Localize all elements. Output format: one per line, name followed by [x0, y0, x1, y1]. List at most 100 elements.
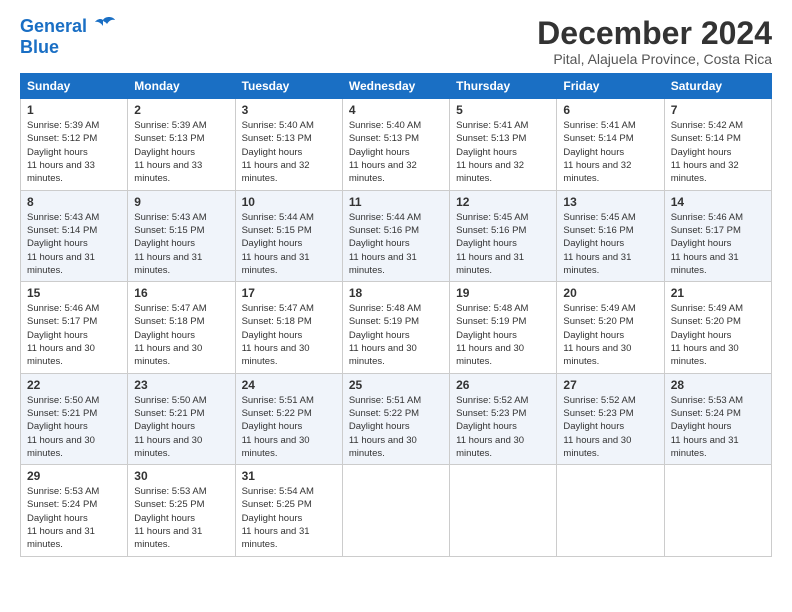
title-area: December 2024 Pital, Alajuela Province, …: [537, 16, 772, 67]
header-thursday: Thursday: [450, 74, 557, 99]
calendar-row: 22 Sunrise: 5:50 AMSunset: 5:21 PMDayligh…: [21, 373, 772, 464]
day-info: Sunrise: 5:43 AMSunset: 5:14 PMDaylight …: [27, 211, 121, 277]
calendar-row: 8 Sunrise: 5:43 AMSunset: 5:14 PMDaylight…: [21, 190, 772, 281]
calendar-cell: 19Sunrise: 5:48 AMSunset: 5:19 PMDayligh…: [450, 282, 557, 373]
calendar-cell: [557, 465, 664, 556]
calendar-cell: 20Sunrise: 5:49 AMSunset: 5:20 PMDayligh…: [557, 282, 664, 373]
calendar-cell: 23Sunrise: 5:50 AMSunset: 5:21 PMDayligh…: [128, 373, 235, 464]
day-number: 26: [456, 378, 550, 392]
day-info: Sunrise: 5:51 AMSunset: 5:22 PMDaylight …: [349, 394, 443, 460]
day-info: Sunrise: 5:48 AMSunset: 5:19 PMDaylight …: [349, 302, 443, 368]
calendar-cell: [664, 465, 771, 556]
day-number: 10: [242, 195, 336, 209]
day-number: 3: [242, 103, 336, 117]
day-info: Sunrise: 5:52 AMSunset: 5:23 PMDaylight …: [456, 394, 550, 460]
header-tuesday: Tuesday: [235, 74, 342, 99]
day-number: 25: [349, 378, 443, 392]
day-number: 18: [349, 286, 443, 300]
day-info: Sunrise: 5:49 AMSunset: 5:20 PMDaylight …: [671, 302, 765, 368]
header-sunday: Sunday: [21, 74, 128, 99]
day-number: 29: [27, 469, 121, 483]
day-info: Sunrise: 5:50 AMSunset: 5:21 PMDaylight …: [27, 394, 121, 460]
header-row: Sunday Monday Tuesday Wednesday Thursday…: [21, 74, 772, 99]
day-number: 22: [27, 378, 121, 392]
day-info: Sunrise: 5:52 AMSunset: 5:23 PMDaylight …: [563, 394, 657, 460]
calendar-cell: [342, 465, 449, 556]
day-info: Sunrise: 5:45 AMSunset: 5:16 PMDaylight …: [563, 211, 657, 277]
day-info: Sunrise: 5:45 AMSunset: 5:16 PMDaylight …: [456, 211, 550, 277]
calendar-row: 1 Sunrise: 5:39 AMSunset: 5:12 PMDaylight…: [21, 99, 772, 190]
day-info: Sunrise: 5:47 AMSunset: 5:18 PMDaylight …: [134, 302, 228, 368]
day-info: Sunrise: 5:44 AMSunset: 5:16 PMDaylight …: [349, 211, 443, 277]
header-wednesday: Wednesday: [342, 74, 449, 99]
day-number: 2: [134, 103, 228, 117]
calendar-table: Sunday Monday Tuesday Wednesday Thursday…: [20, 73, 772, 556]
day-info: Sunrise: 5:53 AMSunset: 5:24 PMDaylight …: [671, 394, 765, 460]
calendar-cell: 21 Sunrise: 5:49 AMSunset: 5:20 PMDayligh…: [664, 282, 771, 373]
logo: General Blue: [20, 16, 117, 58]
day-number: 31: [242, 469, 336, 483]
day-number: 9: [134, 195, 228, 209]
location: Pital, Alajuela Province, Costa Rica: [537, 51, 772, 67]
calendar-cell: 27 Sunrise: 5:52 AMSunset: 5:23 PMDayligh…: [557, 373, 664, 464]
calendar-cell: 14Sunrise: 5:46 AMSunset: 5:17 PMDayligh…: [664, 190, 771, 281]
calendar-cell: 13 Sunrise: 5:45 AMSunset: 5:16 PMDayligh…: [557, 190, 664, 281]
day-number: 8: [27, 195, 121, 209]
day-info: Sunrise: 5:49 AMSunset: 5:20 PMDaylight …: [563, 302, 657, 368]
day-number: 11: [349, 195, 443, 209]
day-number: 27: [563, 378, 657, 392]
day-number: 12: [456, 195, 550, 209]
month-title: December 2024: [537, 16, 772, 51]
calendar-cell: 2Sunrise: 5:39 AMSunset: 5:13 PMDaylight…: [128, 99, 235, 190]
day-info: Sunrise: 5:43 AMSunset: 5:15 PMDaylight …: [134, 211, 228, 277]
calendar-cell: 12 Sunrise: 5:45 AMSunset: 5:16 PMDayligh…: [450, 190, 557, 281]
header: General Blue December 2024 Pital, Alajue…: [20, 16, 772, 67]
calendar-row: 15Sunrise: 5:46 AMSunset: 5:17 PMDayligh…: [21, 282, 772, 373]
calendar-cell: 10 Sunrise: 5:44 AMSunset: 5:15 PMDayligh…: [235, 190, 342, 281]
calendar-cell: 5Sunrise: 5:41 AMSunset: 5:13 PMDaylight…: [450, 99, 557, 190]
calendar-cell: 29 Sunrise: 5:53 AMSunset: 5:24 PMDayligh…: [21, 465, 128, 556]
calendar-cell: 18 Sunrise: 5:48 AMSunset: 5:19 PMDayligh…: [342, 282, 449, 373]
day-info: Sunrise: 5:51 AMSunset: 5:22 PMDaylight …: [242, 394, 336, 460]
day-number: 24: [242, 378, 336, 392]
day-info: Sunrise: 5:50 AMSunset: 5:21 PMDaylight …: [134, 394, 228, 460]
day-number: 1: [27, 103, 121, 117]
day-info: Sunrise: 5:53 AMSunset: 5:25 PMDaylight …: [134, 485, 228, 551]
day-info: Sunrise: 5:41 AMSunset: 5:13 PMDaylight …: [456, 119, 550, 185]
calendar-cell: 3Sunrise: 5:40 AMSunset: 5:13 PMDaylight…: [235, 99, 342, 190]
day-info: Sunrise: 5:54 AMSunset: 5:25 PMDaylight …: [242, 485, 336, 551]
day-info: Sunrise: 5:47 AMSunset: 5:18 PMDaylight …: [242, 302, 336, 368]
calendar-cell: 30Sunrise: 5:53 AMSunset: 5:25 PMDayligh…: [128, 465, 235, 556]
calendar-cell: 1 Sunrise: 5:39 AMSunset: 5:12 PMDaylight…: [21, 99, 128, 190]
day-info: Sunrise: 5:42 AMSunset: 5:14 PMDaylight …: [671, 119, 765, 185]
day-info: Sunrise: 5:46 AMSunset: 5:17 PMDaylight …: [27, 302, 121, 368]
day-info: Sunrise: 5:41 AMSunset: 5:14 PMDaylight …: [563, 119, 657, 185]
day-number: 21: [671, 286, 765, 300]
logo-text: General: [20, 17, 87, 37]
logo-bird-icon: [89, 16, 117, 38]
calendar-cell: 9 Sunrise: 5:43 AMSunset: 5:15 PMDaylight…: [128, 190, 235, 281]
day-info: Sunrise: 5:39 AMSunset: 5:12 PMDaylight …: [27, 119, 121, 185]
calendar-cell: 16 Sunrise: 5:47 AMSunset: 5:18 PMDayligh…: [128, 282, 235, 373]
logo-general: General: [20, 16, 87, 36]
calendar-cell: 25 Sunrise: 5:51 AMSunset: 5:22 PMDayligh…: [342, 373, 449, 464]
day-number: 16: [134, 286, 228, 300]
calendar-cell: 31 Sunrise: 5:54 AMSunset: 5:25 PMDayligh…: [235, 465, 342, 556]
day-info: Sunrise: 5:40 AMSunset: 5:13 PMDaylight …: [349, 119, 443, 185]
calendar-cell: 4Sunrise: 5:40 AMSunset: 5:13 PMDaylight…: [342, 99, 449, 190]
day-number: 28: [671, 378, 765, 392]
calendar-row: 29 Sunrise: 5:53 AMSunset: 5:24 PMDayligh…: [21, 465, 772, 556]
day-number: 19: [456, 286, 550, 300]
day-info: Sunrise: 5:53 AMSunset: 5:24 PMDaylight …: [27, 485, 121, 551]
day-number: 13: [563, 195, 657, 209]
calendar-cell: 28 Sunrise: 5:53 AMSunset: 5:24 PMDayligh…: [664, 373, 771, 464]
day-info: Sunrise: 5:46 AMSunset: 5:17 PMDaylight …: [671, 211, 765, 277]
calendar-cell: 8 Sunrise: 5:43 AMSunset: 5:14 PMDaylight…: [21, 190, 128, 281]
day-info: Sunrise: 5:44 AMSunset: 5:15 PMDaylight …: [242, 211, 336, 277]
calendar-page: General Blue December 2024 Pital, Alajue…: [0, 0, 792, 567]
calendar-cell: 17Sunrise: 5:47 AMSunset: 5:18 PMDayligh…: [235, 282, 342, 373]
calendar-cell: 6Sunrise: 5:41 AMSunset: 5:14 PMDaylight…: [557, 99, 664, 190]
calendar-cell: 7Sunrise: 5:42 AMSunset: 5:14 PMDaylight…: [664, 99, 771, 190]
header-saturday: Saturday: [664, 74, 771, 99]
header-friday: Friday: [557, 74, 664, 99]
